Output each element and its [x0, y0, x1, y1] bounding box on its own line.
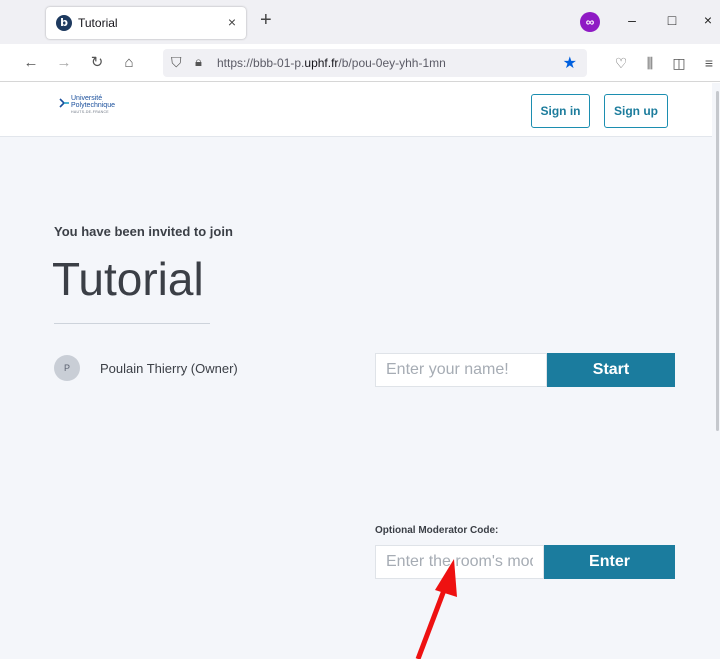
bigbluebutton-favicon-icon: b [56, 15, 72, 31]
back-icon[interactable]: ← [22, 54, 40, 72]
start-button[interactable]: Start [547, 353, 675, 387]
browser-tab-bar: b Tutorial × + ∞ – □ × [0, 0, 720, 44]
url-text[interactable]: https://bbb-01-p.uphf.fr/b/pou-0ey-yhh-1… [217, 56, 446, 70]
browser-navigation-bar: ← → ↻ ⌂ ⛉ 🔒︎ https://bbb-01-p.uphf.fr/b/… [0, 44, 720, 82]
new-tab-icon[interactable]: + [260, 10, 272, 30]
logo-line-3: HAUTS-DE-FRANCE [71, 110, 109, 114]
browser-tab[interactable]: b Tutorial × [46, 7, 246, 39]
site-header: Université Polytechnique HAUTS-DE-FRANCE… [0, 83, 712, 137]
invite-text: You have been invited to join [54, 224, 233, 239]
url-prefix: https://bbb-01-p. [217, 56, 305, 70]
pocket-icon[interactable]: ♡ [612, 55, 630, 72]
url-path: /b/pou-0ey-yhh-1mn [338, 56, 446, 70]
maximize-icon[interactable]: □ [664, 12, 680, 28]
home-icon[interactable]: ⌂ [120, 54, 138, 72]
library-icon[interactable]: ⫼ [641, 55, 659, 72]
page-scrollbar[interactable] [712, 83, 720, 659]
address-bar[interactable]: ⛉ 🔒︎ https://bbb-01-p.uphf.fr/b/pou-0ey-… [163, 49, 587, 77]
moderator-code-label: Optional Moderator Code: [375, 525, 499, 536]
reload-icon[interactable]: ↻ [88, 54, 106, 72]
private-browsing-icon: ∞ [580, 12, 600, 32]
logo-line-2: Polytechnique [71, 102, 115, 109]
shield-icon[interactable]: ⛉ [171, 54, 182, 71]
page-content: Université Polytechnique HAUTS-DE-FRANCE… [0, 83, 720, 659]
minimize-icon[interactable]: – [624, 12, 640, 28]
forward-icon[interactable]: → [55, 54, 73, 72]
close-window-icon[interactable]: × [700, 12, 716, 28]
menu-icon[interactable]: ≡ [700, 55, 718, 71]
url-host: uphf.fr [304, 56, 339, 70]
sign-in-button[interactable]: Sign in [531, 94, 590, 128]
scrollbar-thumb[interactable] [716, 91, 719, 431]
lock-icon[interactable]: 🔒︎ [195, 54, 202, 70]
owner-avatar: P [54, 355, 80, 381]
logo-mark-icon [59, 98, 69, 108]
enter-button[interactable]: Enter [544, 545, 675, 579]
sidebar-icon[interactable]: ◫ [670, 55, 688, 72]
name-input[interactable] [375, 353, 547, 387]
tab-title: Tutorial [78, 16, 118, 30]
logo-line-1: Université [71, 95, 103, 102]
title-divider [54, 323, 210, 324]
bookmark-star-icon[interactable]: ★ [563, 53, 577, 73]
room-title: Tutorial [52, 253, 204, 305]
tab-close-icon[interactable]: × [228, 14, 236, 30]
moderator-code-input[interactable] [375, 545, 544, 579]
owner-name: Poulain Thierry (Owner) [100, 361, 238, 376]
sign-up-button[interactable]: Sign up [604, 94, 668, 128]
